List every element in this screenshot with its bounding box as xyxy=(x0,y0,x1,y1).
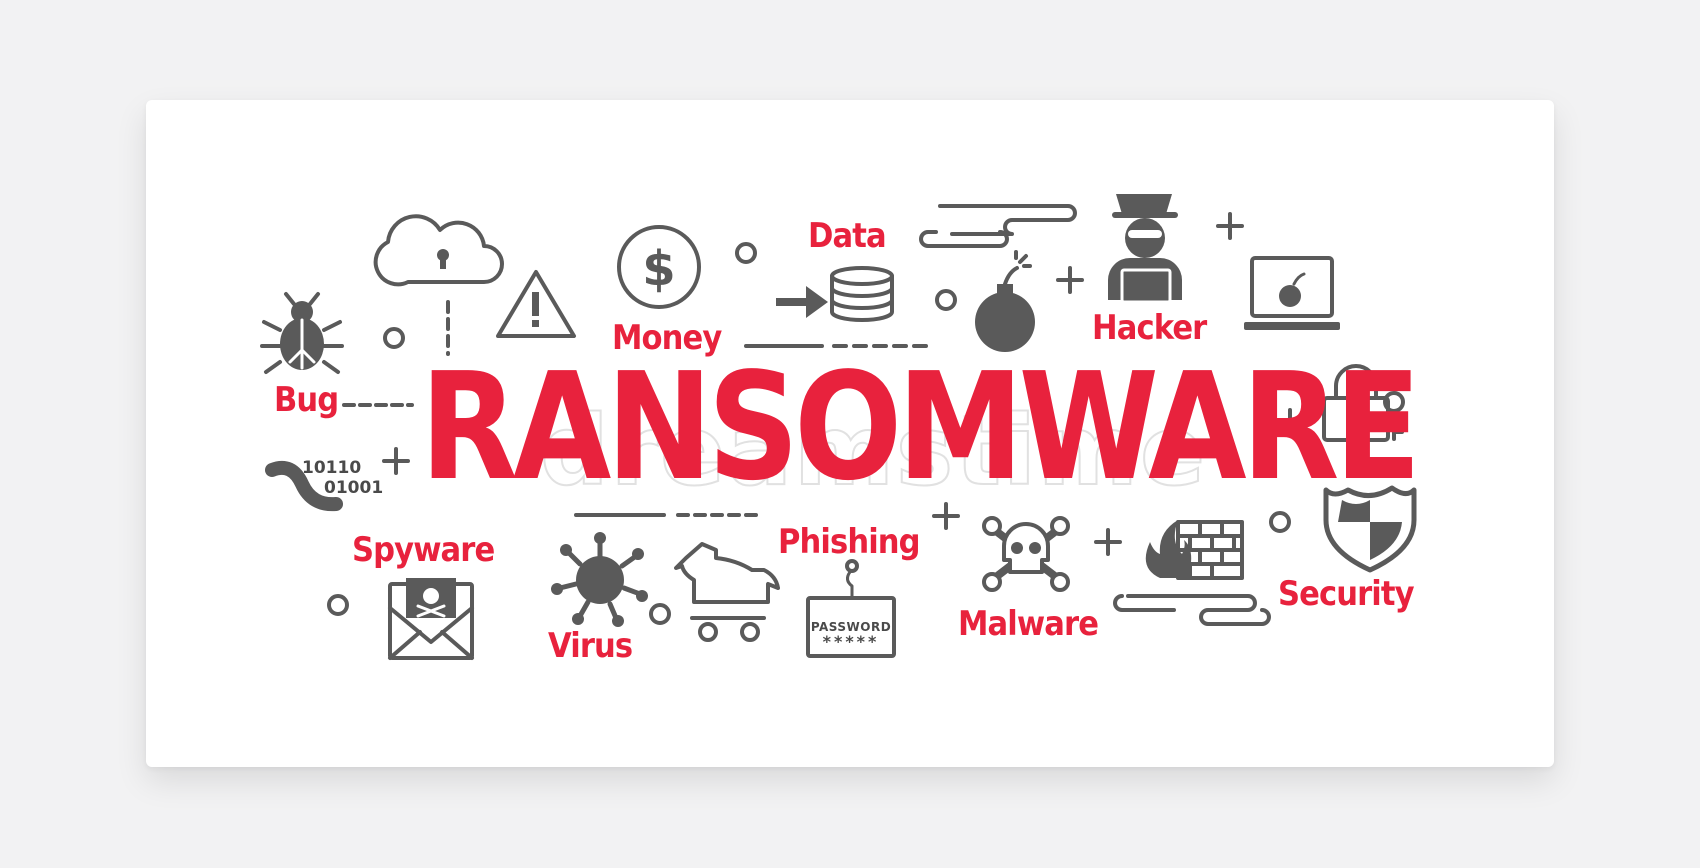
label-security: Security xyxy=(1278,574,1415,614)
binary-text: 10110 01001 xyxy=(302,458,383,498)
svg-text:$: $ xyxy=(642,241,675,297)
spyware-envelope-icon xyxy=(388,578,474,660)
password-mask: ***** xyxy=(822,632,880,651)
label-spyware: Spyware xyxy=(352,530,495,570)
binary-line-1: 10110 xyxy=(302,458,362,478)
label-phishing: Phishing xyxy=(778,522,921,562)
database-arrow-icon xyxy=(744,266,930,348)
label-bug: Bug xyxy=(274,380,339,420)
laptop-bomb-icon xyxy=(1244,256,1340,330)
trojan-horse-icon xyxy=(674,542,780,642)
warning-icon xyxy=(496,270,576,338)
password-box-text: PASSWORD ***** xyxy=(808,620,894,650)
label-malware: Malware xyxy=(958,604,1099,644)
label-virus: Virus xyxy=(548,626,633,666)
label-data: Data xyxy=(808,216,887,256)
skull-crossbones-icon xyxy=(982,516,1070,592)
headline-ransomware: RANSOMWARE xyxy=(420,341,1421,513)
hacker-icon xyxy=(1108,194,1182,304)
cloud-streak-icon xyxy=(919,204,1077,248)
label-money: Money xyxy=(612,318,722,358)
firewall-icon xyxy=(1113,520,1271,626)
cloud-lock-icon xyxy=(373,214,504,356)
binary-line-2: 01001 xyxy=(324,478,384,498)
bomb-icon xyxy=(975,250,1035,352)
virus-icon xyxy=(551,532,648,627)
label-hacker: Hacker xyxy=(1092,308,1207,348)
dollar-coin-icon: $ xyxy=(617,225,701,309)
